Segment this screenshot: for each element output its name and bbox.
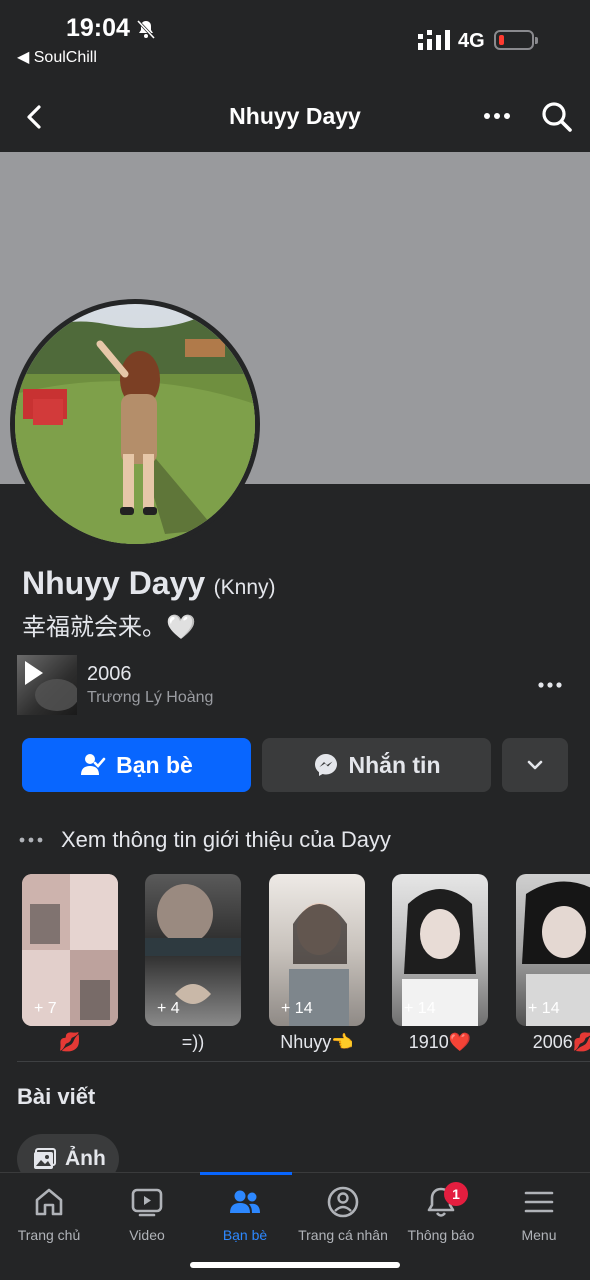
home-icon xyxy=(35,1188,63,1216)
music-artist: Trương Lý Hoàng xyxy=(87,689,214,706)
highlight-item[interactable]: + 14 1910❤️ xyxy=(392,874,488,1053)
highlight-count: + 14 xyxy=(404,1000,436,1017)
highlight-count: + 4 xyxy=(157,1000,180,1017)
tab-home[interactable]: Trang chủ xyxy=(0,1185,98,1243)
battery-icon xyxy=(494,30,538,50)
menu-icon xyxy=(524,1191,554,1213)
friend-check-icon xyxy=(81,754,106,775)
highlight-count: + 7 xyxy=(34,1000,57,1017)
music-title: 2006 xyxy=(87,663,132,685)
profile-bio: 幸福就会来。🤍 xyxy=(22,614,196,641)
friends-button[interactable]: Bạn bè xyxy=(22,738,251,792)
video-icon xyxy=(131,1188,163,1217)
top-navbar: Nhuyy Dayy xyxy=(0,80,590,152)
status-bar: 19:04 ◀ SoulChill 4G xyxy=(0,0,590,76)
chevron-down-icon xyxy=(527,760,543,770)
friends-icon xyxy=(230,1190,260,1213)
back-to-app-link[interactable]: ◀ SoulChill xyxy=(17,47,97,67)
highlight-label: =)) xyxy=(181,1032,205,1052)
photo-icon xyxy=(34,1148,56,1169)
see-about-label: Xem thông tin giới thiệu của Dayy xyxy=(61,827,391,852)
signal-icon xyxy=(418,30,450,50)
search-icon[interactable] xyxy=(540,100,574,134)
message-button-label: Nhắn tin xyxy=(348,751,441,778)
active-tab-indicator xyxy=(200,1172,292,1175)
tab-menu-label: Menu xyxy=(521,1227,557,1243)
highlight-label: 💋 xyxy=(58,1032,82,1052)
highlight-item[interactable]: + 4 =)) xyxy=(145,874,241,1053)
avatar-photo xyxy=(15,304,255,544)
music-cover[interactable] xyxy=(17,655,77,715)
notifications-badge: 1 xyxy=(444,1182,468,1206)
play-icon xyxy=(25,661,43,685)
highlight-label: 2006💋 xyxy=(532,1032,590,1052)
tab-friends[interactable]: Bạn bè xyxy=(196,1185,294,1243)
highlight-item[interactable]: + 14 2006💋 xyxy=(516,874,590,1053)
tab-video[interactable]: Video xyxy=(98,1185,196,1243)
profile-name-row: Nhuyy Dayy (Knny) xyxy=(22,565,276,602)
profile-icon xyxy=(327,1186,359,1218)
more-actions-button[interactable] xyxy=(502,738,568,792)
messenger-icon xyxy=(314,754,337,776)
ellipsis-icon xyxy=(19,837,43,843)
tab-notifications-label: Thông báo xyxy=(407,1227,475,1243)
friends-button-label: Bạn bè xyxy=(116,751,193,778)
posts-heading: Bài viết xyxy=(17,1084,96,1109)
featured-highlights: + 7 💋 + 4 =)) + 14 Nhuyy👈 + 14 1910❤️ + … xyxy=(0,874,590,1054)
profile-name: Nhuyy Dayy xyxy=(22,565,206,601)
tab-home-label: Trang chủ xyxy=(17,1227,81,1243)
highlight-item[interactable]: + 7 💋 xyxy=(22,874,118,1053)
tab-profile-label: Trang cá nhân xyxy=(298,1227,388,1243)
message-button[interactable]: Nhắn tin xyxy=(262,738,491,792)
silent-bell-icon xyxy=(136,19,156,40)
tab-video-label: Video xyxy=(129,1227,165,1243)
see-about-link[interactable]: Xem thông tin giới thiệu của Dayy xyxy=(18,826,391,854)
status-time: 19:04 xyxy=(66,14,130,42)
profile-music[interactable]: 2006 Trương Lý Hoàng xyxy=(17,655,573,717)
highlight-count: + 14 xyxy=(528,1000,560,1017)
tab-profile[interactable]: Trang cá nhân xyxy=(294,1185,392,1243)
highlight-label: 1910❤️ xyxy=(408,1032,472,1052)
photos-chip-label: Ảnh xyxy=(65,1147,106,1170)
section-divider xyxy=(17,1061,590,1062)
network-type: 4G xyxy=(458,30,485,52)
more-options-icon[interactable] xyxy=(482,106,512,126)
music-more-icon[interactable] xyxy=(537,675,563,695)
tab-notifications[interactable]: 1 Thông báo xyxy=(392,1182,490,1243)
highlight-label: Nhuyy👈 xyxy=(280,1032,354,1052)
tab-menu[interactable]: Menu xyxy=(490,1185,588,1243)
profile-alternate-name: (Knny) xyxy=(213,576,276,599)
tab-friends-label: Bạn bè xyxy=(222,1227,268,1243)
highlight-item[interactable]: + 14 Nhuyy👈 xyxy=(269,874,365,1053)
profile-avatar[interactable] xyxy=(10,299,260,549)
home-indicator[interactable] xyxy=(190,1262,400,1268)
highlight-count: + 14 xyxy=(281,1000,313,1017)
